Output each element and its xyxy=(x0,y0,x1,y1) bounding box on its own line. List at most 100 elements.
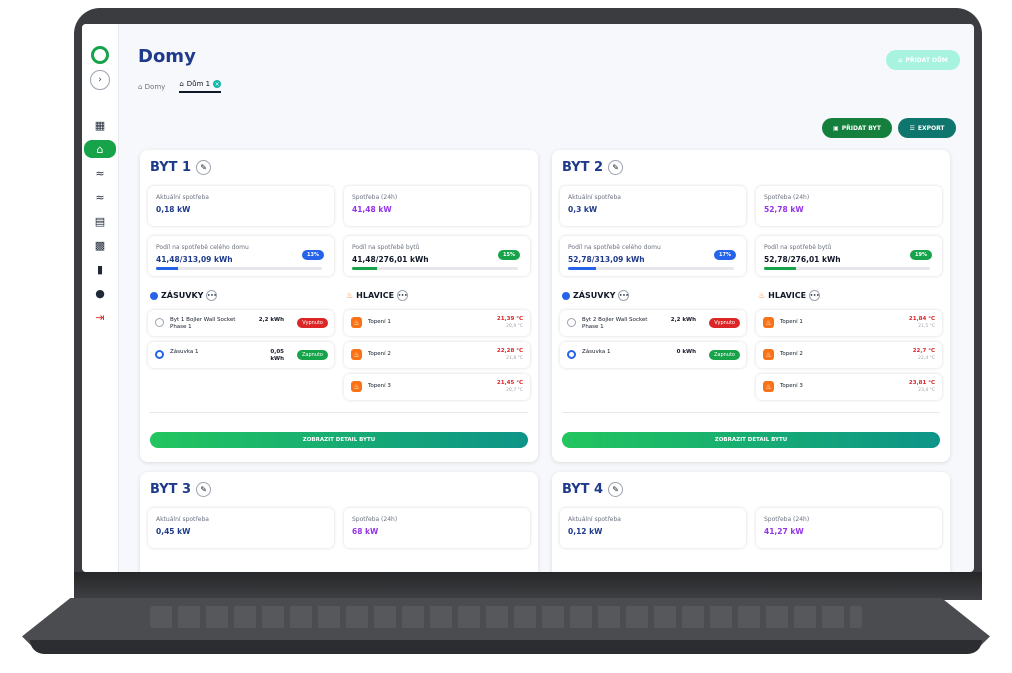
divider xyxy=(562,412,940,413)
breadcrumb-current[interactable]: ⌂ Dům 1 × xyxy=(179,80,222,93)
sidebar-toggle-chevron-icon[interactable]: › xyxy=(90,70,110,90)
sockets-section-title: ZÁSUVKY ••• xyxy=(562,290,630,301)
stat-value: 0,45 kW xyxy=(156,527,191,536)
flats-share-card: Podíl na spotřebě bytů 52,78/276,01 kWh 19… xyxy=(756,236,942,276)
more-icon[interactable]: ••• xyxy=(618,290,630,301)
sidebar-item-graph-alt-icon[interactable]: ≈ xyxy=(88,188,112,206)
share-badge: 13% xyxy=(302,250,324,260)
page-title: Domy xyxy=(138,46,196,67)
show-flat-detail-button[interactable]: ZOBRAZIT DETAIL BYTU xyxy=(562,432,940,448)
flat-title: BYT 3 ✎ xyxy=(150,482,212,497)
stat-label: Aktuální spotřeba xyxy=(568,516,621,523)
heater-icon: ♨ xyxy=(763,381,774,392)
heater-target: 20,7 °C xyxy=(506,388,523,393)
edit-pencil-icon[interactable]: ✎ xyxy=(196,160,212,175)
heads-section-title: ♨ HLAVICE ••• xyxy=(346,290,409,301)
socket-name: Zásuvka 1 xyxy=(582,349,611,355)
socket-toggle[interactable] xyxy=(567,350,576,359)
heater-name: Topení 2 xyxy=(368,351,391,357)
heater-row[interactable]: ♨ Topení 1 21,39 °C 20,9 °C xyxy=(344,310,530,336)
socket-toggle[interactable] xyxy=(567,318,576,327)
socket-toggle[interactable] xyxy=(155,318,164,327)
edit-pencil-icon[interactable]: ✎ xyxy=(608,482,624,497)
sidebar-item-document-icon[interactable]: ▮ xyxy=(88,260,112,278)
more-icon[interactable]: ••• xyxy=(206,290,218,301)
flat-name: BYT 1 xyxy=(150,160,192,175)
flat-name: BYT 2 xyxy=(562,160,604,175)
sidebar-item-home-icon[interactable]: ⌂ xyxy=(84,140,116,158)
breadcrumb-home-label: Domy xyxy=(144,82,166,91)
progress-bar xyxy=(352,267,518,270)
flat-card-4: BYT 4 ✎ Aktuální spotřeba 0,12 kW Spotřeba… xyxy=(552,472,950,572)
heater-row[interactable]: ♨ Topení 1 21,84 °C 21,5 °C xyxy=(756,310,942,336)
stat-label: Podíl na spotřebě celého domu xyxy=(568,244,661,251)
socket-toggle[interactable] xyxy=(155,350,164,359)
edit-pencil-icon[interactable]: ✎ xyxy=(196,482,212,497)
socket-value: 0,05 kWh xyxy=(270,349,284,362)
current-consumption-card: Aktuální spotřeba 0,3 kW xyxy=(560,186,746,226)
socket-name: Byt 2 Bojler Wall Socket Phase 1 xyxy=(582,317,648,330)
socket-row[interactable]: Zásuvka 1 0,05 kWh Zapnuto xyxy=(148,342,334,368)
sidebar-item-grid-icon[interactable]: ▩ xyxy=(88,236,112,254)
heater-row[interactable]: ♨ Topení 2 22,28 °C 21,8 °C xyxy=(344,342,530,368)
heater-row[interactable]: ♨ Topení 3 21,45 °C 20,7 °C xyxy=(344,374,530,400)
sidebar: › ▦ ⌂ ≈ ≈ ▤ ▩ ▮ ● ⇥ xyxy=(82,24,119,572)
more-icon[interactable]: ••• xyxy=(397,290,409,301)
socket-row[interactable]: Zásuvka 1 0 kWh Zapnuto xyxy=(560,342,746,368)
socket-row[interactable]: Byt 1 Bojler Wall Socket Phase 1 2,2 kWh V… xyxy=(148,310,334,336)
heater-temp: 21,39 °C xyxy=(496,316,523,322)
heater-row[interactable]: ♨ Topení 2 22,7 °C 22,4 °C xyxy=(756,342,942,368)
heater-name: Topení 3 xyxy=(780,383,803,389)
divider xyxy=(150,412,528,413)
flame-icon: ♨ xyxy=(758,291,766,300)
add-house-button[interactable]: ⌂ PŘIDAT DŮM xyxy=(886,50,960,70)
status-badge: Zapnuto xyxy=(296,350,328,360)
heater-icon: ♨ xyxy=(351,349,362,360)
add-flat-label: PŘIDAT BYT xyxy=(841,124,881,132)
stat-value: 52,78 kW xyxy=(764,205,804,214)
sidebar-item-device-icon[interactable]: ▤ xyxy=(88,212,112,230)
breadcrumb-home[interactable]: ⌂ Domy xyxy=(138,83,165,91)
stat-label: Aktuální spotřeba xyxy=(568,194,621,201)
progress-fill xyxy=(568,267,597,270)
heater-target: 20,9 °C xyxy=(506,324,523,329)
flat-card-1: BYT 1 ✎ Aktuální spotřeba 0,18 kW Spotřeba… xyxy=(140,150,538,462)
flame-icon: ♨ xyxy=(346,291,354,300)
add-house-label: PŘIDAT DŮM xyxy=(905,56,948,64)
socket-name: Byt 1 Bojler Wall Socket Phase 1 xyxy=(170,317,236,330)
more-icon[interactable]: ••• xyxy=(809,290,821,301)
stat-value: 52,78/313,09 kWh xyxy=(568,255,645,264)
sidebar-item-logout-icon[interactable]: ⇥ xyxy=(88,308,112,326)
close-icon[interactable]: × xyxy=(213,80,222,88)
export-button[interactable]: ☰ EXPORT xyxy=(898,118,956,138)
flat-title: BYT 1 ✎ xyxy=(150,160,212,175)
sidebar-item-graph-icon[interactable]: ≈ xyxy=(88,164,112,182)
house-share-card: Podíl na spotřebě celého domu 41,48/313,0… xyxy=(148,236,334,276)
edit-pencil-icon[interactable]: ✎ xyxy=(608,160,624,175)
heater-row[interactable]: ♨ Topení 3 23,81 °C 23,4 °C xyxy=(756,374,942,400)
stat-value: 0,18 kW xyxy=(156,205,191,214)
laptop-hinge xyxy=(74,572,982,600)
heater-temp: 21,84 °C xyxy=(908,316,935,322)
heater-icon: ♨ xyxy=(351,381,362,392)
stat-label: Aktuální spotřeba xyxy=(156,516,209,523)
current-consumption-card: Aktuální spotřeba 0,18 kW xyxy=(148,186,334,226)
sidebar-item-dashboard-icon[interactable]: ▦ xyxy=(88,116,112,134)
progress-bar xyxy=(156,267,322,270)
socket-row[interactable]: Byt 2 Bojler Wall Socket Phase 1 2,2 kWh V… xyxy=(560,310,746,336)
stat-label: Spotřeba (24h) xyxy=(352,194,398,201)
sidebar-item-user-icon[interactable]: ● xyxy=(88,284,112,302)
add-flat-button[interactable]: ▣ PŘIDAT BYT xyxy=(822,118,892,138)
progress-fill xyxy=(352,267,377,270)
stat-value: 41,48/276,01 kWh xyxy=(352,255,429,264)
stat-value: 52,78/276,01 kWh xyxy=(764,255,841,264)
progress-fill xyxy=(156,267,178,270)
heater-icon: ♨ xyxy=(763,317,774,328)
flat-name: BYT 4 xyxy=(562,482,604,497)
app-logo-icon[interactable] xyxy=(91,46,109,64)
show-flat-detail-button[interactable]: ZOBRAZIT DETAIL BYTU xyxy=(150,432,528,448)
heater-temp: 22,7 °C xyxy=(912,348,935,354)
socket-value: 2,2 kWh xyxy=(670,317,696,323)
home-icon: ⌂ xyxy=(898,56,903,64)
progress-bar xyxy=(568,267,734,270)
